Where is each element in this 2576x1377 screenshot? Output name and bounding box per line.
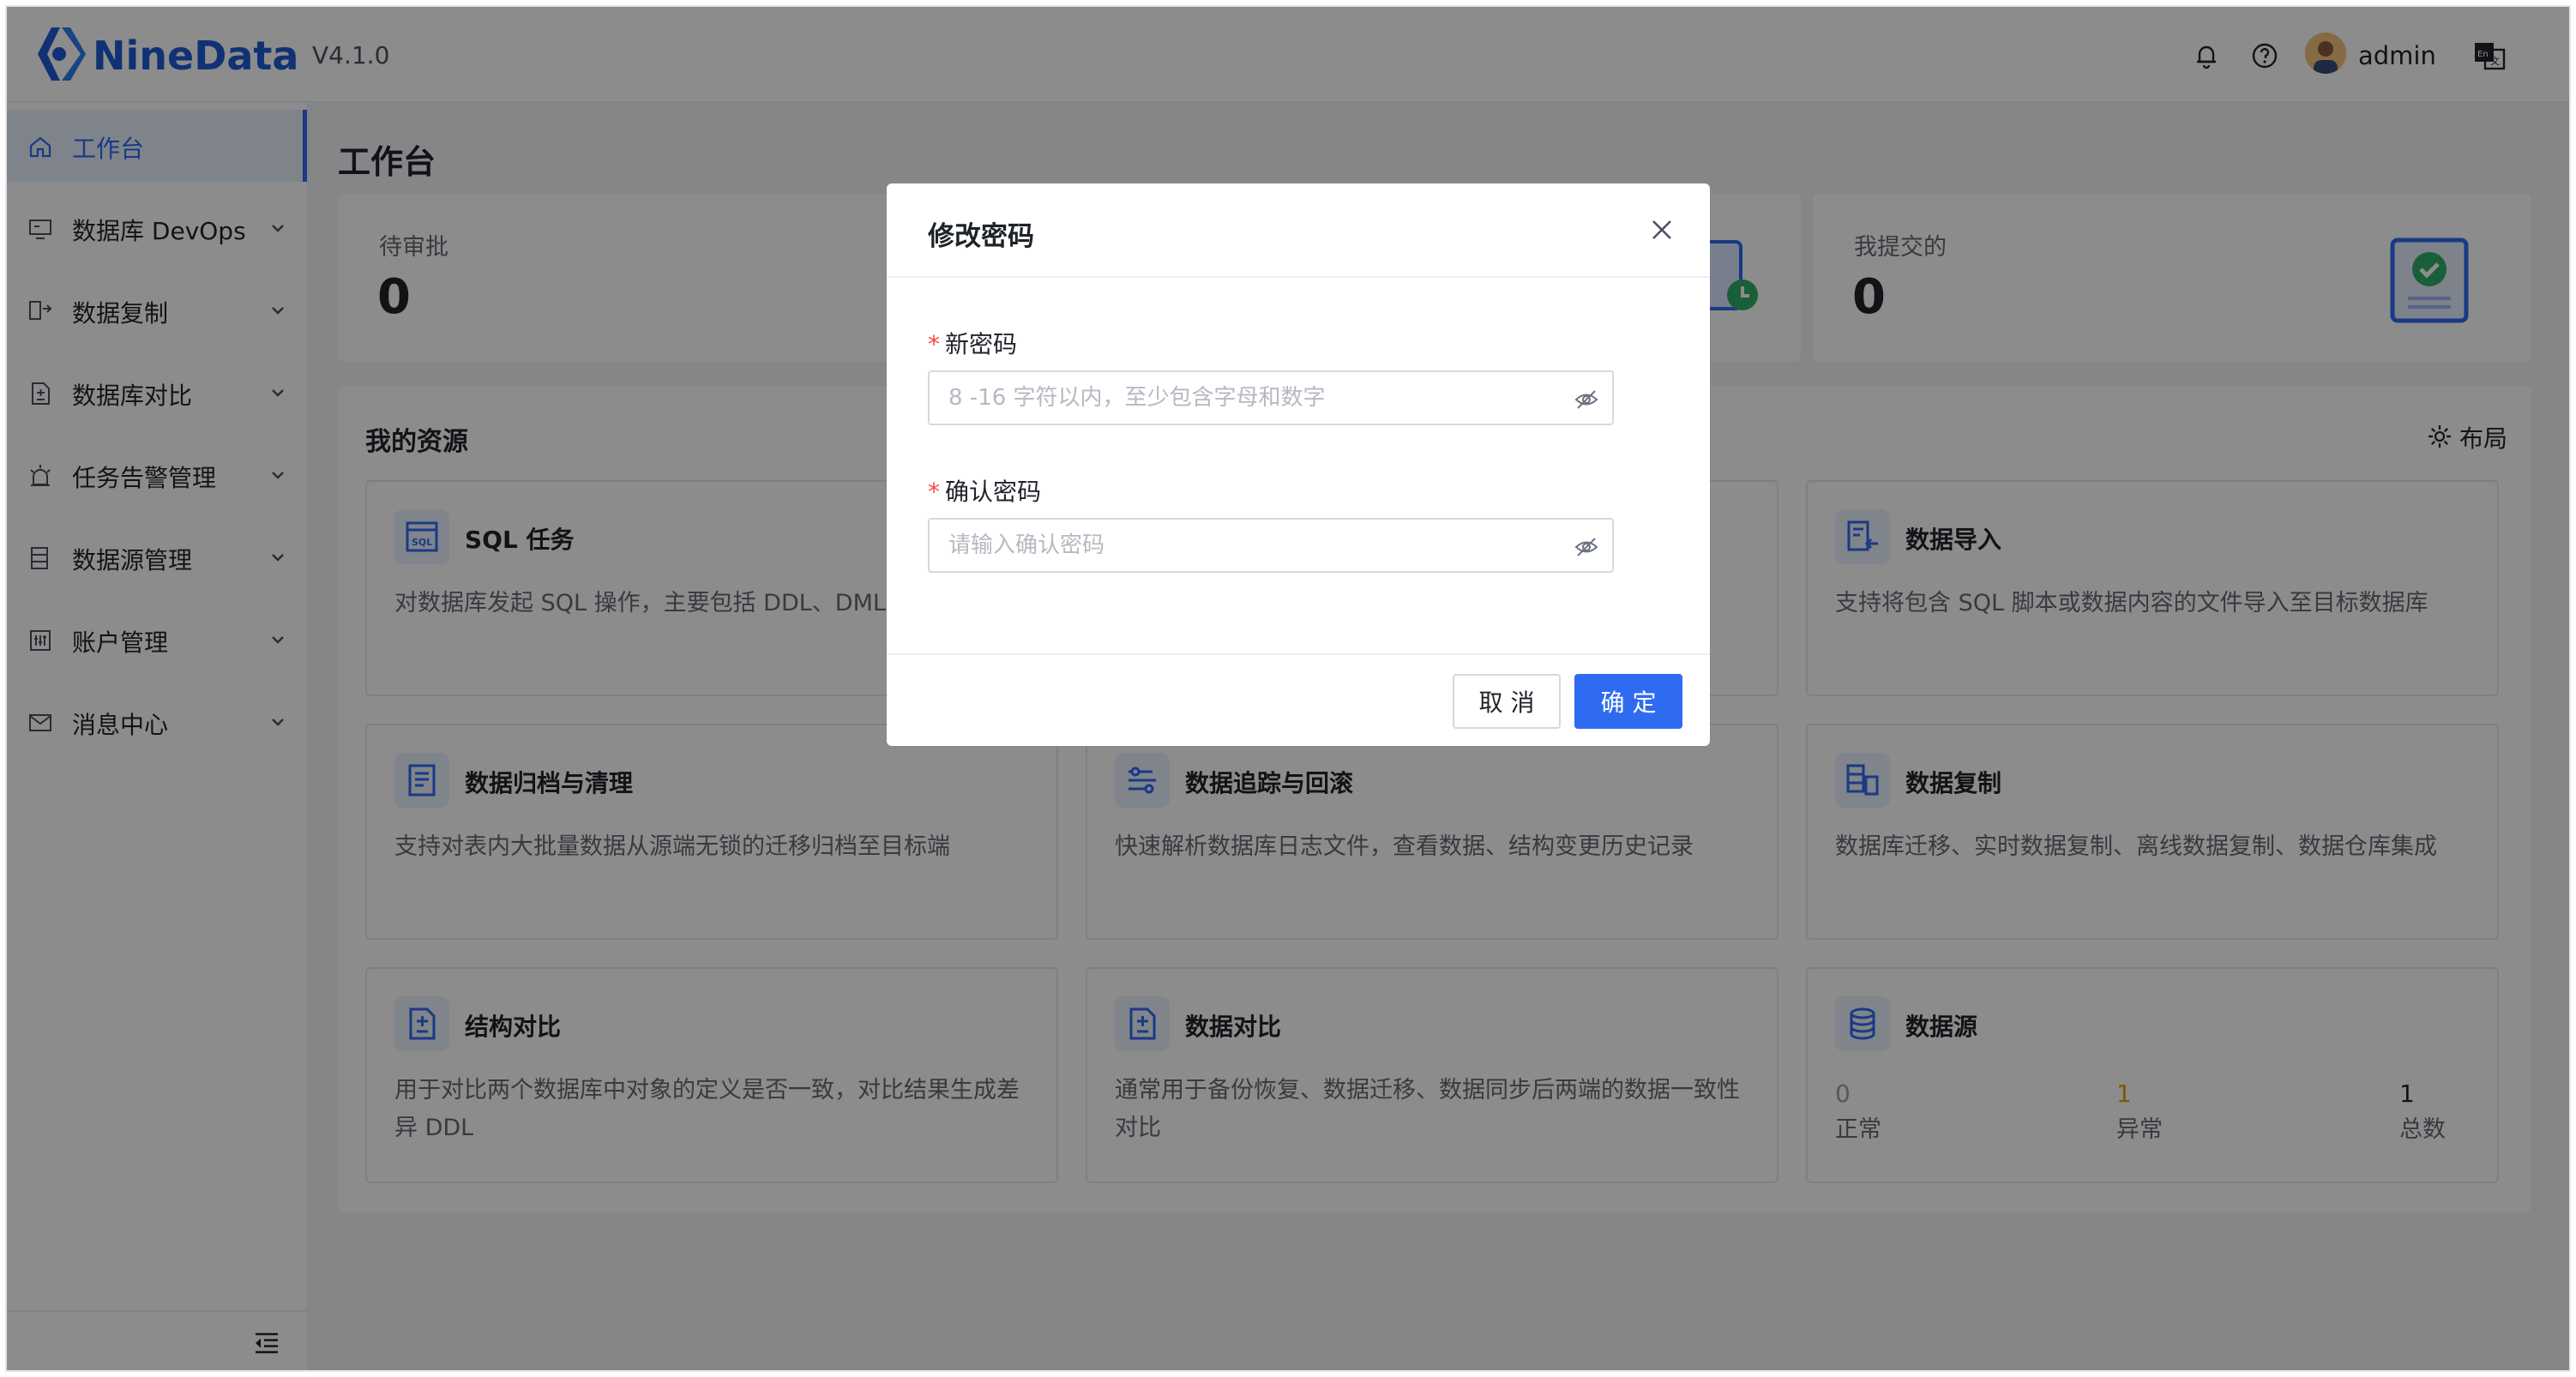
confirm-password-label: * 确认密码 xyxy=(928,473,1041,508)
required-mark: * xyxy=(928,330,940,358)
new-password-field[interactable] xyxy=(928,370,1614,425)
dialog-title: 修改密码 xyxy=(928,221,1034,252)
header-divider xyxy=(887,276,1710,278)
footer-divider xyxy=(887,653,1710,655)
cancel-button[interactable]: 取 消 xyxy=(1453,674,1561,729)
new-password-label: * 新密码 xyxy=(928,326,1017,360)
confirm-button[interactable]: 确 定 xyxy=(1574,674,1682,729)
required-mark: * xyxy=(928,478,940,506)
eye-invisible-icon[interactable] xyxy=(1574,535,1598,559)
label-text: 新密码 xyxy=(945,330,1018,358)
close-icon[interactable] xyxy=(1646,214,1677,245)
eye-invisible-icon[interactable] xyxy=(1574,388,1598,412)
app-window: NineData V4.1.0 admin En 文 工作台 数据库 DevOp… xyxy=(5,5,2571,1372)
label-text: 确认密码 xyxy=(945,478,1042,506)
confirm-password-field[interactable] xyxy=(928,518,1614,573)
confirm-password-input[interactable] xyxy=(948,520,1549,571)
new-password-input[interactable] xyxy=(948,372,1549,424)
change-password-dialog: 修改密码 * 新密码 * 确认密码 取 消 确 定 xyxy=(887,183,1710,746)
